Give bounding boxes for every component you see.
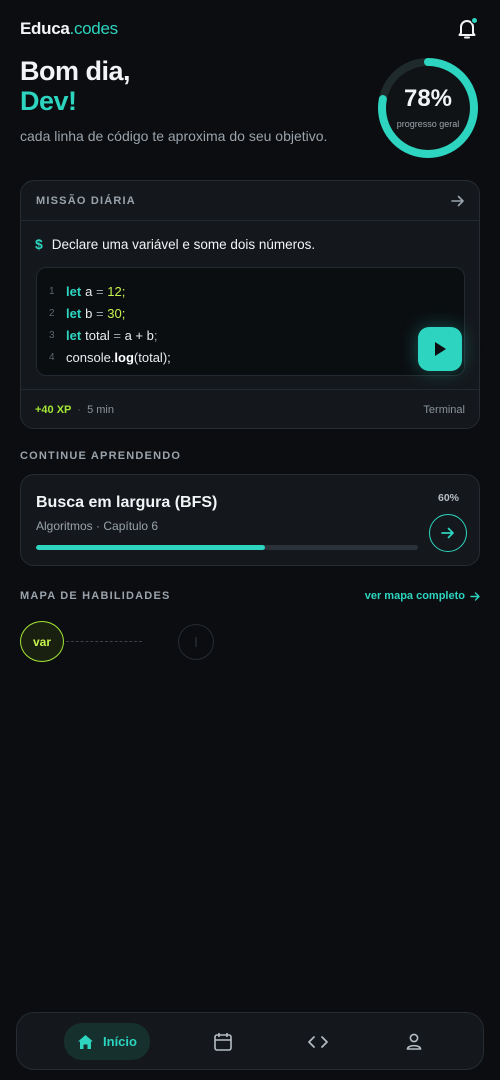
code-keyword: let — [66, 327, 82, 343]
line-number: 4 — [49, 351, 55, 363]
line-number: 2 — [49, 307, 55, 319]
greeting: Bom dia, Dev! cada linha de código te ap… — [20, 56, 327, 144]
code-icon — [308, 1035, 328, 1048]
course-card[interactable]: Busca em largura (BFS) Algoritmos · Capí… — [20, 474, 480, 566]
code-args: (total); — [133, 349, 171, 365]
xp-reward: +40 XP — [35, 403, 72, 416]
bottom-nav: Início — [16, 1012, 484, 1070]
course-progress-fill — [36, 545, 266, 550]
code-line: 3 let total = a + b; — [49, 324, 464, 346]
separator-dot: · — [77, 403, 82, 416]
app-logo: Educa.codes — [20, 19, 118, 39]
code-number: 12 — [107, 283, 122, 299]
course-percent: 60% — [437, 492, 459, 504]
continue-course-button[interactable] — [429, 514, 467, 552]
code-line: 1 let a = 12; — [49, 280, 464, 302]
code-punct: ; — [121, 305, 126, 321]
continue-section-label: CONTINUE APRENDENDO — [20, 450, 182, 462]
code-operator: = — [96, 305, 104, 321]
home-icon — [78, 1034, 94, 1049]
logo-text-primary: Educa — [20, 19, 70, 38]
code-line: 2 let b = 30; — [49, 302, 464, 324]
notification-dot — [471, 17, 478, 24]
play-icon — [435, 342, 446, 356]
nav-profile[interactable] — [395, 1023, 433, 1060]
code-punct: ; — [153, 327, 158, 343]
greeting-subtitle: cada linha de código te aproxima do seu … — [20, 128, 328, 144]
nav-home-label: Início — [103, 1034, 137, 1049]
mission-duration: 5 min — [87, 403, 114, 416]
code-number: 30 — [107, 305, 122, 321]
line-number: 3 — [49, 329, 55, 341]
code-keyword: let — [66, 305, 82, 321]
lock-icon — [195, 637, 197, 647]
logo-text-accent: .codes — [69, 19, 119, 38]
course-subtitle: Algoritmos · Capítulo 6 — [36, 519, 159, 533]
greeting-name: Dev! — [20, 86, 77, 116]
top-bar: Educa.codes — [20, 16, 480, 42]
nav-calendar[interactable] — [204, 1023, 242, 1060]
code-punct: ; — [121, 283, 126, 299]
mission-task-text: Declare uma variável e some dois números… — [51, 236, 316, 252]
mission-mode: Terminal — [423, 403, 465, 416]
code-identifier: a — [85, 283, 93, 299]
view-full-map-text: ver mapa completo — [364, 590, 465, 602]
code-editor[interactable]: 1 let a = 12; 2 let b = 30; 3 let total … — [36, 267, 465, 376]
code-operator: = — [96, 283, 104, 299]
nav-code[interactable] — [299, 1023, 337, 1060]
course-title: Busca em largura (BFS) — [36, 494, 218, 511]
skill-node-var[interactable]: var — [20, 621, 64, 662]
skills-header: MAPA DE HABILIDADES ver mapa completo — [20, 590, 480, 602]
mission-section-label: MISSÃO DIÁRIA — [36, 194, 136, 207]
code-identifier: total — [85, 327, 110, 343]
arrow-right-icon — [441, 527, 454, 539]
nav-home[interactable]: Início — [64, 1023, 150, 1060]
daily-mission-card: MISSÃO DIÁRIA $ Declare uma variável e s… — [20, 180, 480, 429]
mission-footer: +40 XP · 5 min Terminal — [21, 389, 479, 429]
run-code-button[interactable] — [418, 327, 462, 371]
user-icon — [406, 1033, 422, 1050]
code-expression: a + b — [124, 327, 154, 343]
view-full-map-link[interactable]: ver mapa completo — [365, 590, 480, 602]
overall-progress-ring: 78% progresso geral — [374, 54, 482, 162]
arrow-right-icon[interactable] — [451, 195, 465, 207]
code-function: log — [114, 349, 134, 365]
code-operator: = — [113, 327, 121, 343]
progress-label: progresso geral — [396, 119, 460, 129]
code-line: 4 console. log (total); — [49, 346, 464, 368]
notifications-button[interactable] — [454, 16, 480, 42]
mission-header[interactable]: MISSÃO DIÁRIA — [21, 181, 479, 221]
code-object: console. — [66, 349, 115, 365]
course-progress-bar — [36, 545, 418, 550]
code-keyword: let — [66, 283, 82, 299]
code-identifier: b — [85, 305, 93, 321]
line-number: 1 — [49, 285, 55, 297]
skill-node-locked[interactable] — [178, 624, 214, 660]
skill-connector — [66, 641, 142, 642]
calendar-icon — [214, 1033, 232, 1051]
greeting-title: Bom dia, — [20, 56, 131, 86]
skills-section-label: MAPA DE HABILIDADES — [20, 590, 171, 602]
arrow-right-icon — [470, 591, 480, 601]
dollar-icon: $ — [35, 236, 43, 252]
mission-task: $ Declare uma variável e some dois númer… — [35, 236, 315, 252]
progress-percent: 78% — [403, 85, 453, 112]
